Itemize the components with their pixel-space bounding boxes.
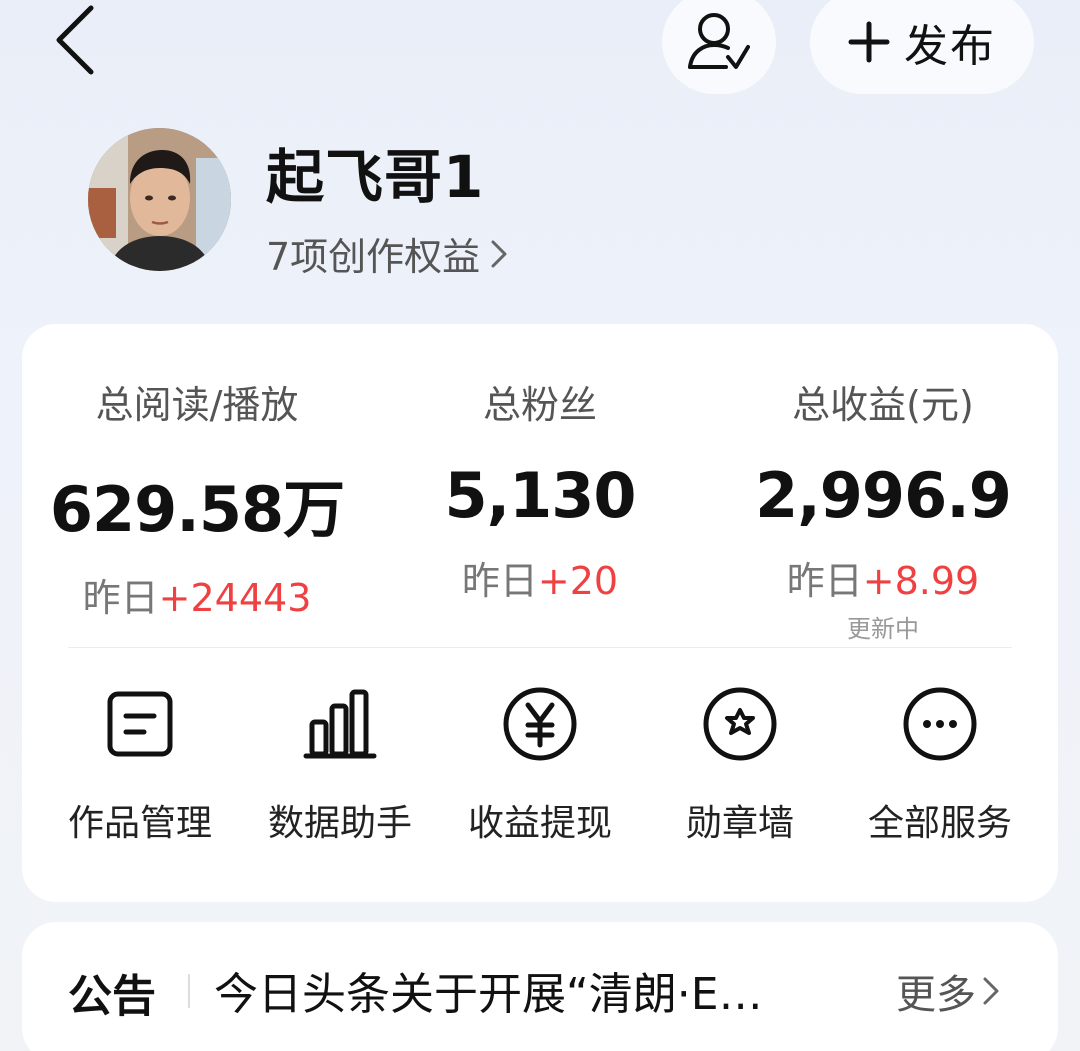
plus-icon xyxy=(848,21,890,63)
chevron-left-icon xyxy=(56,5,94,75)
user-check-icon xyxy=(688,13,750,69)
publish-button[interactable]: 发布 xyxy=(810,0,1034,94)
service-label: 数据助手 xyxy=(267,803,412,844)
stat-value: 2,996.9 xyxy=(755,459,1012,532)
announcement-text[interactable]: 今日头条关于开展“清朗·E… xyxy=(214,958,864,1022)
service-label: 作品管理 xyxy=(67,803,212,844)
username: 起飞哥1 xyxy=(266,143,485,211)
divider xyxy=(68,647,1012,648)
yuan-icon xyxy=(500,684,580,764)
stat-delta: 昨日+24443 xyxy=(83,567,312,622)
service-withdraw-earnings[interactable]: 收益提现 xyxy=(440,684,640,854)
stats-row: 总阅读/播放 629.58万 昨日+24443 总粉丝 5,130 昨日+20 … xyxy=(22,324,1058,644)
profile-section: 起飞哥1 7项创作权益 xyxy=(88,128,988,281)
stat-total-fans[interactable]: 总粉丝 5,130 昨日+20 xyxy=(405,324,675,644)
service-data-assistant[interactable]: 数据助手 xyxy=(240,684,440,854)
stat-total-reads[interactable]: 总阅读/播放 629.58万 昨日+24443 xyxy=(50,324,345,644)
stat-updating-note: 更新中 xyxy=(847,615,919,643)
stat-delta-value: +24443 xyxy=(158,576,312,620)
stat-label: 总阅读/播放 xyxy=(95,383,299,427)
stat-delta: 昨日+8.99 xyxy=(787,550,979,605)
announcement-more-label: 更多 xyxy=(896,972,976,1018)
service-all-services[interactable]: 全部服务 xyxy=(840,684,1040,854)
stat-delta-value: +20 xyxy=(537,559,619,603)
service-label: 收益提现 xyxy=(467,803,612,844)
stat-total-earnings[interactable]: 总收益(元) 2,996.9 昨日+8.99 更新中 xyxy=(748,324,1018,644)
medal-icon xyxy=(700,684,780,764)
stat-delta: 昨日+20 xyxy=(462,550,618,605)
service-label: 勋章墙 xyxy=(685,803,794,844)
stat-delta-prefix: 昨日 xyxy=(82,576,159,620)
avatar-photo-icon xyxy=(88,128,231,271)
creator-rights-label: 7项创作权益 xyxy=(266,235,481,279)
stat-label: 总粉丝 xyxy=(482,383,597,427)
service-medal-wall[interactable]: 勋章墙 xyxy=(640,684,840,854)
stat-delta-value: +8.99 xyxy=(862,559,980,603)
dashboard-card: 总阅读/播放 629.58万 昨日+24443 总粉丝 5,130 昨日+20 … xyxy=(22,324,1058,902)
chevron-right-icon xyxy=(491,240,507,267)
follow-manage-button[interactable] xyxy=(662,0,776,94)
stat-label: 总收益(元) xyxy=(792,383,974,427)
services-row: 作品管理 数据助手 收益提现 勋章墙 全部服务 xyxy=(22,684,1058,854)
back-button[interactable] xyxy=(40,0,110,80)
stat-value: 629.58万 xyxy=(49,473,345,546)
announcement-more-link[interactable]: 更多 xyxy=(896,962,1000,1020)
document-icon xyxy=(100,684,180,764)
service-label: 全部服务 xyxy=(867,803,1012,844)
top-bar: 发布 xyxy=(0,0,1080,100)
avatar[interactable] xyxy=(88,128,231,271)
divider xyxy=(188,974,190,1008)
stat-delta-prefix: 昨日 xyxy=(461,559,538,603)
bar-chart-icon xyxy=(300,684,380,764)
stat-delta-prefix: 昨日 xyxy=(786,559,863,603)
announcement-title: 公告 xyxy=(68,971,156,1022)
publish-label: 发布 xyxy=(904,21,996,72)
chevron-right-icon xyxy=(983,977,999,1005)
stat-value: 5,130 xyxy=(444,459,636,532)
service-works-management[interactable]: 作品管理 xyxy=(40,684,240,854)
announcement-bar: 公告 今日头条关于开展“清朗·E… 更多 xyxy=(22,922,1058,1051)
more-icon xyxy=(900,684,980,764)
creator-rights-link[interactable]: 7项创作权益 xyxy=(266,226,508,281)
